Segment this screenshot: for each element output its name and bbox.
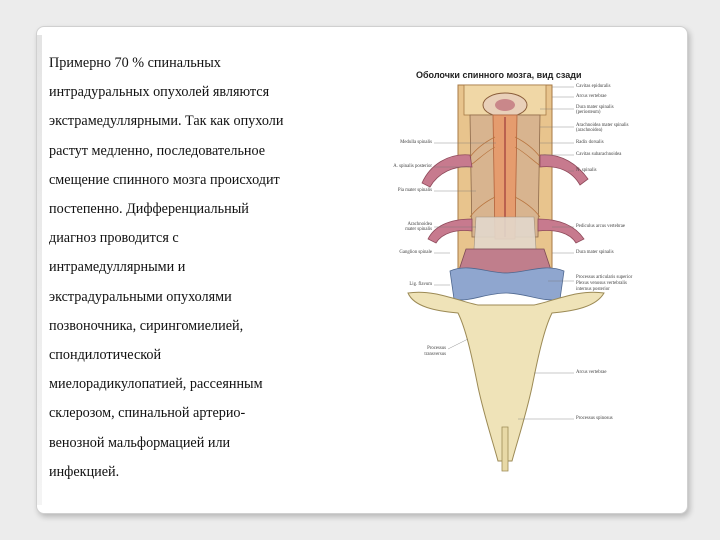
label-internus-posterior: internus posterior: [576, 287, 610, 292]
label-processus-articularis: Processus articularis superior: [576, 275, 633, 280]
label-ganglion-spinale: Ganglion spinale: [399, 250, 432, 255]
label-a-spinalis: A. spinalis posterior: [393, 164, 432, 169]
label-pia-mater: Pia mater spinalis: [397, 188, 432, 193]
slide-body-text: Примерно 70 % спинальных интрадуральных …: [49, 55, 284, 480]
label-dura-mater-lower: Dura mater spinalis: [576, 250, 614, 255]
label-processus-spinosus: Processus spinosus: [576, 416, 613, 421]
label-periosteum: (periosteum): [576, 110, 601, 115]
label-pediculus: Pediculus arcus vertebrae: [576, 224, 626, 229]
figure-title: Оболочки спинного мозга, вид сзади: [416, 70, 582, 80]
label-arcus-vertebrae-lower: Arcus vertebrae: [576, 370, 607, 375]
label-medulla-spinalis: Medulla spinalis: [400, 140, 432, 145]
label-transversus: transversus: [424, 352, 446, 357]
label-lig-flavum: Lig. flavum: [409, 282, 432, 287]
label-arcus-vertebrae: Arcus vertebrae: [576, 94, 607, 99]
label-cavitas-epiduralis: Cavitas epiduralis: [576, 84, 611, 89]
slide-accent-bar: [37, 35, 42, 505]
label-plexus-venosus: Plexus venosus vertebralis: [576, 281, 627, 286]
label-processus: Processus: [427, 346, 446, 351]
slide-card: Примерно 70 % спинальных интрадуральных …: [36, 26, 688, 514]
label-radix-dorsalis: Radix dorsalis: [576, 140, 604, 145]
label-arachnoidea: (arachnoidea): [576, 128, 603, 133]
label-mater-spinalis-left: mater spinalis: [405, 227, 432, 232]
label-cavitas-subarachnoidea: Cavitas subarachnoidea: [576, 152, 622, 157]
label-n-spinalis: N. spinalis: [576, 168, 597, 173]
anatomy-figure: Оболочки спинного мозга, вид сзади Cavit…: [338, 67, 684, 485]
